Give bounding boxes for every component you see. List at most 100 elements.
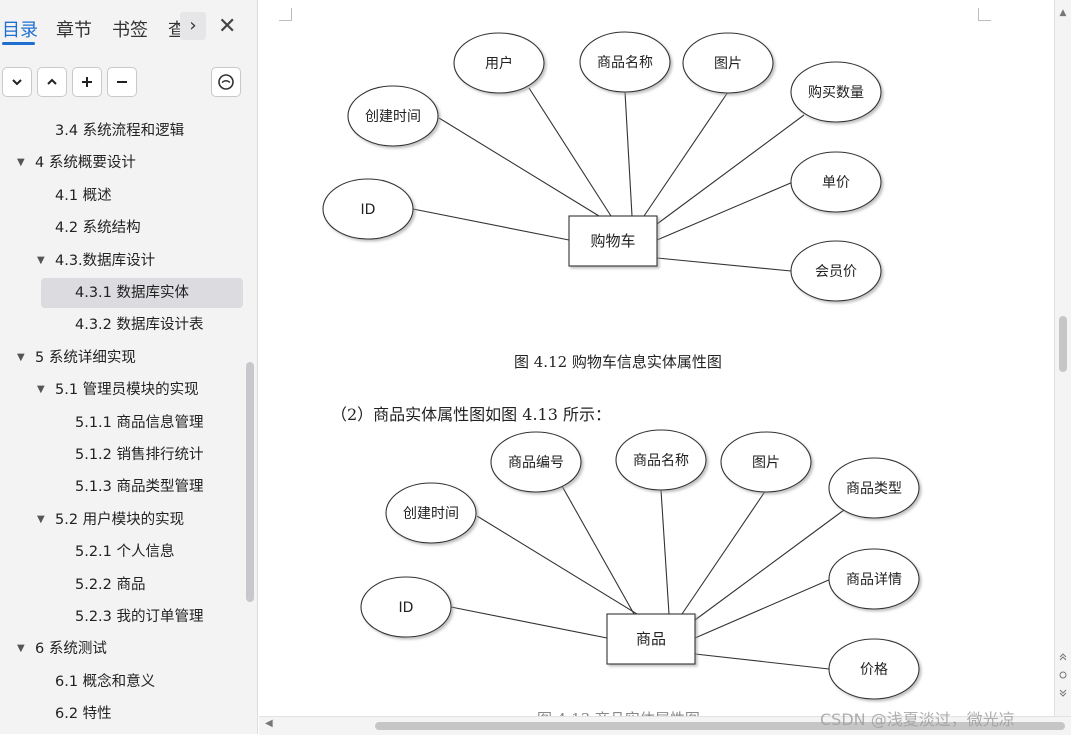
entity-box: 商品	[606, 613, 696, 665]
figure-caption-product: 图 4.13 商品实体属性图	[537, 708, 700, 716]
toc-item[interactable]: 6.2 特性	[0, 699, 240, 729]
chevron-up-icon	[47, 78, 57, 85]
relationship-line	[694, 509, 845, 621]
entity-box: 购物车	[568, 215, 658, 267]
toc-item[interactable]: 6.1 概念和意义	[0, 667, 240, 697]
attribute-ellipse: 购买数量	[790, 61, 882, 123]
toc-item[interactable]: 5.1.2 销售排行统计	[0, 440, 240, 470]
toc-item[interactable]: ▼ 6 系统测试	[0, 634, 240, 664]
toc-item[interactable]: 5.1.1 商品信息管理	[0, 408, 240, 438]
sidebar-tabs: 目录 章节 书签 查 › ✕	[0, 0, 258, 58]
tab-toc[interactable]: 目录	[2, 16, 38, 42]
attribute-label: 商品类型	[846, 481, 902, 497]
relationship-line	[656, 181, 794, 241]
relationship-line	[656, 114, 805, 225]
toc-item[interactable]: 4.3.1 数据库实体	[41, 278, 243, 308]
expand-all-button[interactable]	[37, 67, 67, 97]
attribute-ellipse: 创建时间	[347, 85, 439, 147]
relationship-line	[643, 91, 729, 217]
minus-icon	[117, 81, 127, 83]
attribute-ellipse: ID	[322, 178, 414, 240]
attribute-ellipse: 价格	[828, 638, 920, 700]
toc-item[interactable]: ▼ 5 系统详细实现	[0, 343, 240, 373]
toc-item-label: 4.3.2 数据库设计表	[75, 317, 204, 334]
toc-item-label: 4.3.数据库设计	[55, 252, 156, 269]
locate-icon	[218, 74, 234, 90]
next-page-icon[interactable]	[1056, 688, 1070, 702]
chevron-down-icon	[12, 79, 22, 86]
figure-caption-cart: 图 4.12 购物车信息实体属性图	[514, 353, 722, 371]
scroll-left-icon[interactable]: ◀	[265, 718, 273, 729]
collapse-all-button[interactable]	[2, 67, 32, 97]
toc-item-label: 4.2 系统结构	[55, 220, 141, 237]
close-icon[interactable]: ✕	[218, 14, 236, 39]
toc-item[interactable]: ▼ 4 系统概要设计	[0, 148, 240, 178]
attribute-ellipse: 单价	[790, 151, 882, 213]
toc-item-label: 4 系统概要设计	[35, 155, 136, 172]
page-indicator-icon[interactable]	[1056, 670, 1070, 684]
toc-item-label: 4.3.1 数据库实体	[75, 285, 190, 301]
attribute-label: ID	[361, 202, 376, 218]
toc-item-label: 4.1 概述	[55, 187, 112, 204]
active-tab-underline	[2, 42, 35, 45]
tab-search[interactable]: 查	[168, 16, 180, 42]
toc-item[interactable]: 4.1 概述	[0, 181, 240, 211]
toc-item[interactable]: 3.4 系统流程和逻辑	[0, 116, 240, 146]
attribute-ellipse: 图片	[720, 431, 812, 493]
toc-item-label: 6.2 特性	[55, 706, 112, 723]
vertical-scrollbar[interactable]: ▲	[1054, 0, 1071, 716]
toc-item[interactable]: 4.3.2 数据库设计表	[0, 310, 240, 340]
plus-icon	[82, 77, 92, 87]
sidebar-scrollbar[interactable]	[246, 362, 254, 602]
tab-chapters[interactable]: 章节	[56, 16, 92, 42]
attribute-label: ID	[399, 600, 414, 616]
add-heading-button[interactable]	[72, 67, 102, 97]
attribute-ellipse: 会员价	[790, 240, 882, 302]
attribute-ellipse: 商品编号	[490, 431, 582, 493]
toc-item-label: 5.1.2 销售排行统计	[75, 447, 204, 463]
document-page: 用户 商品名称 图片 购买数量 创建时间 ID 单价 会员价 购物车 图 4.12 购物车信息实…	[259, 0, 1054, 716]
tab-bookmarks[interactable]: 书签	[112, 16, 148, 42]
expand-arrow-icon[interactable]: ▼	[37, 246, 45, 276]
relationship-line	[528, 87, 612, 217]
relationship-line	[438, 117, 600, 217]
relationship-line	[656, 257, 792, 272]
attribute-label: 图片	[714, 56, 742, 72]
expand-arrow-icon[interactable]: ▼	[17, 148, 25, 178]
attribute-label: 商品名称	[633, 453, 689, 469]
attribute-label: 商品名称	[597, 55, 653, 71]
relationship-line	[694, 653, 830, 670]
expand-arrow-icon[interactable]: ▼	[37, 505, 45, 535]
er-diagram-cart: 用户 商品名称 图片购买数量创建时间 ID 单价会员价 购物车	[322, 31, 882, 302]
toc-item[interactable]: 5.2.2 商品	[0, 570, 240, 600]
toc-item-label: 5.1.3 商品类型管理	[75, 479, 204, 496]
toc-item[interactable]: ▼ 5.2 用户模块的实现	[0, 505, 240, 535]
relationship-line	[561, 485, 635, 615]
outline-sidebar: 目录 章节 书签 查 › ✕ 3.4 系统流程和逻辑 ▼ 4 系统概要设计 4.1 概…	[0, 0, 258, 734]
attribute-ellipse: 图片	[682, 32, 774, 94]
toc-item[interactable]: ▼ 4.3.数据库设计	[0, 246, 240, 276]
er-diagram-product: 商品编号 商品名称 图片商品类型创建时间 ID 商品详情价格 商品	[360, 429, 920, 700]
toc-item-label: 6.1 概念和意义	[55, 673, 156, 690]
toc-item[interactable]: ▼ 5.1 管理员模块的实现	[0, 375, 240, 405]
toc-item[interactable]: 4.2 系统结构	[0, 213, 240, 243]
watermark-text: CSDN @浅夏淡过，微光凉	[820, 710, 1015, 729]
chevron-right-icon[interactable]: ›	[180, 12, 206, 40]
scroll-up-icon[interactable]: ▲	[1056, 6, 1070, 20]
remove-heading-button[interactable]	[107, 67, 137, 97]
prev-page-icon[interactable]	[1056, 652, 1070, 666]
entity-label: 购物车	[590, 232, 635, 250]
toc-item-label: 5.2 用户模块的实现	[55, 511, 185, 528]
toc-item-label: 5.2.2 商品	[75, 576, 146, 593]
toc-item-label: 5 系统详细实现	[35, 349, 136, 366]
toc-item[interactable]: 5.1.3 商品类型管理	[0, 472, 240, 502]
toc-item[interactable]: 5.2.1 个人信息	[0, 537, 240, 567]
relationship-line	[694, 578, 832, 639]
expand-arrow-icon[interactable]: ▼	[17, 343, 25, 373]
expand-arrow-icon[interactable]: ▼	[37, 375, 45, 405]
attribute-ellipse: 商品详情	[828, 548, 920, 610]
locate-current-button[interactable]	[211, 67, 241, 97]
toc-item[interactable]: 5.2.3 我的订单管理	[0, 602, 240, 632]
vertical-scroll-thumb[interactable]	[1059, 316, 1067, 372]
expand-arrow-icon[interactable]: ▼	[17, 634, 25, 664]
